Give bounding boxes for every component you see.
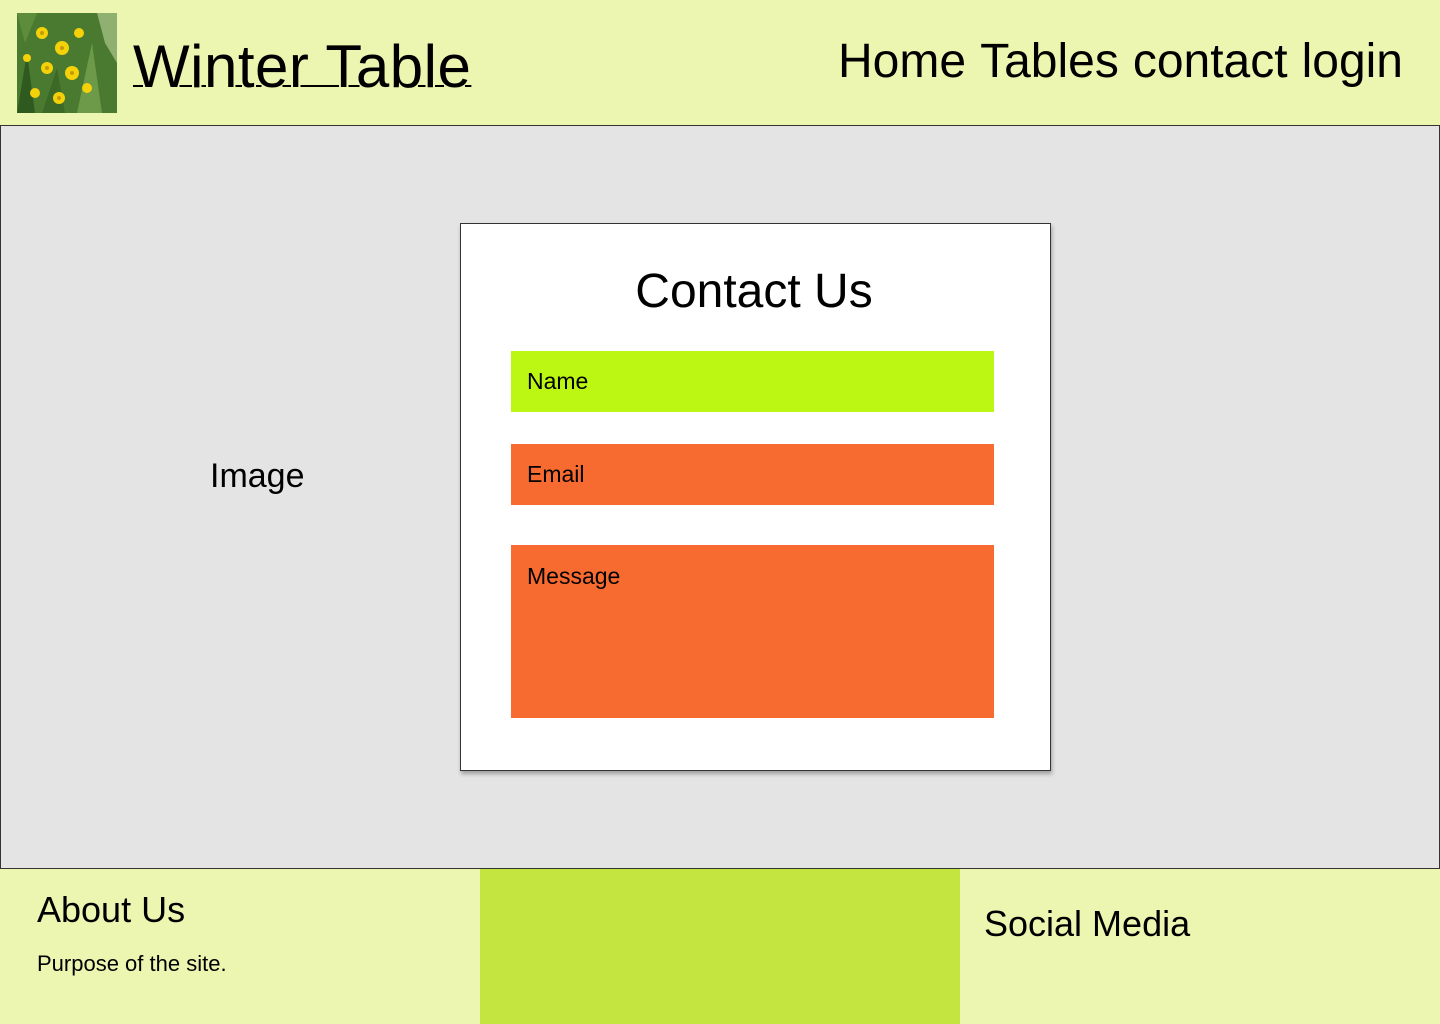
footer-about: About Us Purpose of the site.: [0, 869, 480, 1024]
about-text: Purpose of the site.: [37, 951, 227, 976]
site-header: Winter Table Home Tables contact login: [0, 0, 1440, 125]
social-media-title: Social Media: [984, 903, 1191, 944]
contact-title: Contact Us: [635, 265, 873, 318]
image-placeholder: Image: [210, 457, 305, 495]
main-nav: Home Tables contact login: [838, 34, 1403, 90]
message-field[interactable]: Message: [511, 545, 994, 718]
footer-middle-block: [480, 869, 960, 1024]
footer-social: Social Media: [960, 869, 1440, 1024]
nav-login[interactable]: login: [1302, 34, 1403, 90]
name-field[interactable]: Name: [511, 351, 994, 412]
logo-image[interactable]: [17, 13, 117, 113]
email-field[interactable]: Email: [511, 444, 994, 505]
contact-card: Contact Us Name Email Message: [460, 223, 1051, 771]
nav-contact[interactable]: contact: [1133, 34, 1288, 90]
about-title: About Us: [37, 889, 186, 930]
nav-tables[interactable]: Tables: [980, 34, 1119, 90]
yellow-flowers-icon: [17, 13, 117, 113]
site-title[interactable]: Winter Table: [133, 32, 471, 102]
site-footer: About Us Purpose of the site. Social Med…: [0, 869, 1440, 1024]
nav-home[interactable]: Home: [838, 34, 966, 90]
hero-section: Image Contact Us Name Email Message: [0, 125, 1440, 869]
